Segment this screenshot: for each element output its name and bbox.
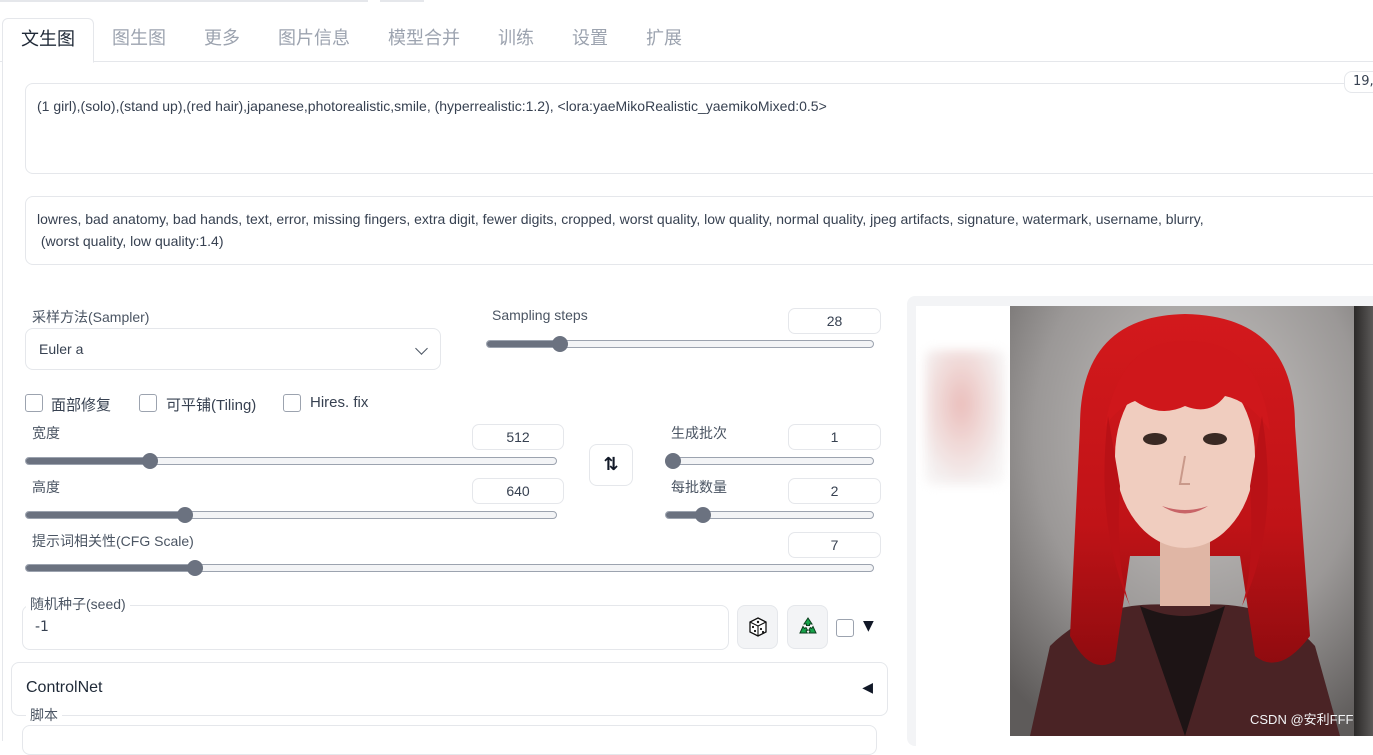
slider-fill: [26, 565, 196, 571]
batch-count-input[interactable]: 1: [788, 424, 881, 450]
batch-size-slider[interactable]: [665, 507, 874, 523]
slider-track: [25, 511, 557, 519]
loading-preview: [925, 350, 1005, 485]
disclosure-triangle-icon[interactable]: ▼: [863, 618, 874, 634]
swap-dimensions-button[interactable]: ⇅: [589, 444, 633, 486]
height-slider[interactable]: [25, 507, 557, 523]
sampling-steps-slider[interactable]: [486, 336, 874, 352]
next-image-edge: [1354, 306, 1373, 736]
dice-icon: [749, 617, 767, 637]
tab-png-info[interactable]: 图片信息: [278, 18, 350, 62]
hires-fix-checkbox[interactable]: [283, 394, 301, 412]
sampler-label: 采样方法(Sampler): [32, 309, 150, 325]
slider-fill: [26, 458, 151, 464]
width-slider[interactable]: [25, 453, 557, 469]
cfg-scale-label: 提示词相关性(CFG Scale): [32, 533, 194, 549]
script-label: 脚本: [26, 705, 62, 725]
sampling-steps-label: Sampling steps: [492, 307, 588, 323]
script-dropdown[interactable]: [22, 725, 877, 755]
slider-thumb[interactable]: [142, 453, 159, 469]
slider-thumb[interactable]: [694, 507, 711, 523]
controlnet-title: ControlNet: [26, 679, 103, 696]
batch-count-label: 生成批次: [671, 425, 727, 441]
slider-track: [25, 564, 874, 572]
batch-count-slider[interactable]: [665, 453, 874, 469]
recycle-icon: [799, 617, 817, 634]
slider-track: [665, 457, 874, 465]
positive-prompt-text: (1 girl),(solo),(stand up),(red hair),ja…: [37, 98, 827, 114]
sampler-dropdown[interactable]: Euler a: [25, 328, 441, 370]
tab-img2img[interactable]: 图生图: [112, 18, 166, 62]
reuse-seed-button[interactable]: [787, 605, 828, 649]
tab-settings[interactable]: 设置: [572, 18, 608, 62]
seed-value: -1: [35, 619, 49, 635]
positive-prompt-input[interactable]: (1 girl),(solo),(stand up),(red hair),ja…: [25, 83, 1373, 174]
batch-size-input[interactable]: 2: [788, 478, 881, 504]
chevron-down-icon: [415, 342, 428, 355]
slider-fill: [487, 341, 561, 347]
slider-fill: [26, 512, 185, 518]
height-input[interactable]: 640: [472, 478, 564, 504]
tiling-checkbox[interactable]: [139, 394, 157, 412]
width-label: 宽度: [32, 425, 60, 441]
restore-faces-checkbox[interactable]: [25, 394, 43, 412]
controlnet-accordion[interactable]: ControlNet ◀: [11, 662, 888, 716]
batch-size-label: 每批数量: [671, 479, 727, 495]
negative-prompt-input[interactable]: lowres, bad anatomy, bad hands, text, er…: [25, 196, 1373, 265]
slider-thumb[interactable]: [186, 560, 203, 576]
slider-thumb[interactable]: [551, 336, 568, 352]
tab-train[interactable]: 训练: [498, 18, 534, 62]
sampling-steps-input[interactable]: 28: [788, 308, 881, 334]
slider-track: [25, 457, 557, 465]
slider-thumb[interactable]: [665, 453, 681, 469]
top-strip: [0, 0, 430, 3]
cfg-scale-input[interactable]: 7: [788, 532, 881, 558]
panel-border: [2, 61, 3, 741]
tab-checkpoint-merger[interactable]: 模型合并: [388, 18, 460, 62]
cfg-scale-slider[interactable]: [25, 560, 874, 576]
tiling-label: 可平铺(Tiling): [166, 397, 257, 414]
extra-seed-checkbox[interactable]: [836, 619, 854, 637]
seed-label: 随机种子(seed): [26, 594, 130, 614]
tab-txt2img[interactable]: 文生图: [2, 18, 94, 63]
slider-thumb[interactable]: [176, 507, 193, 523]
token-counter: 19,: [1344, 71, 1373, 93]
negative-prompt-line-1: lowres, bad anatomy, bad hands, text, er…: [37, 211, 1204, 227]
restore-faces-label: 面部修复: [51, 397, 112, 414]
tab-bar: 文生图 图生图 更多 图片信息 模型合并 训练 设置 扩展: [0, 18, 1373, 63]
random-seed-button[interactable]: [737, 605, 778, 649]
sampler-value: Euler a: [39, 341, 84, 357]
portrait-illustration: [1010, 306, 1354, 736]
negative-prompt-line-2: (worst quality, low quality:1.4): [37, 233, 224, 249]
slider-track: [486, 340, 874, 348]
swap-dimensions-icon: ⇅: [603, 454, 619, 475]
height-label: 高度: [32, 479, 60, 495]
width-input[interactable]: 512: [472, 424, 564, 450]
hires-fix-label: Hires. fix: [310, 394, 369, 411]
watermark-text: CSDN @安利FFF: [1250, 712, 1354, 727]
generated-image[interactable]: [1010, 306, 1354, 736]
tab-extensions[interactable]: 扩展: [646, 18, 682, 62]
tab-extras[interactable]: 更多: [204, 18, 240, 62]
collapse-caret-icon: ◀: [862, 680, 873, 696]
